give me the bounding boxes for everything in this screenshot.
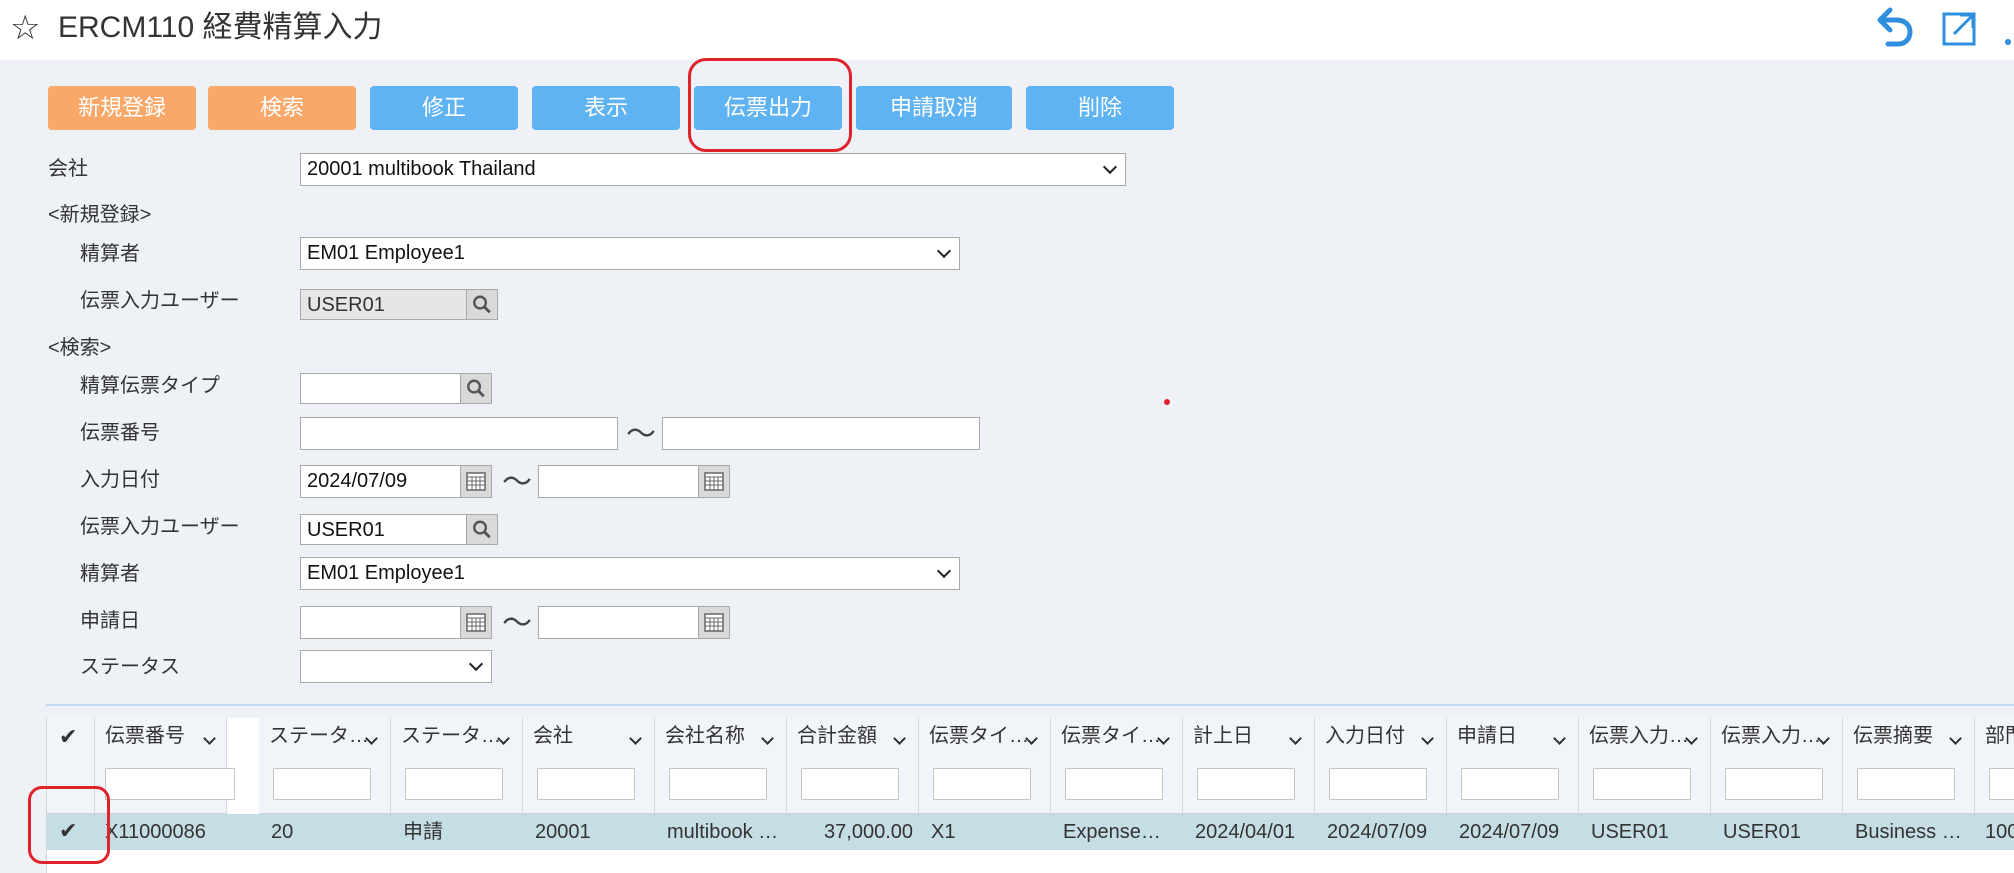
voucher-no-from-input[interactable] <box>300 417 618 450</box>
row-highlight-annotation <box>28 786 110 864</box>
calendar-icon[interactable] <box>698 465 730 498</box>
range-tilde: 〜 <box>502 466 532 499</box>
cancel-application-button[interactable]: 申請取消 <box>856 86 1012 130</box>
popout-icon[interactable] <box>1940 6 1980 50</box>
highlight-annotation <box>688 58 852 152</box>
column-filter-input[interactable] <box>669 768 767 800</box>
new-section-heading: <新規登録> <box>48 204 152 226</box>
modify-button[interactable]: 修正 <box>370 86 518 130</box>
column-header[interactable]: ステータ… <box>391 718 523 814</box>
column-filter-input[interactable] <box>405 768 503 800</box>
delete-button[interactable]: 削除 <box>1026 86 1174 130</box>
column-header[interactable]: 伝票タイ… <box>1051 718 1183 814</box>
display-button[interactable]: 表示 <box>532 86 680 130</box>
search-icon[interactable] <box>460 373 492 404</box>
calendar-icon[interactable] <box>460 606 492 639</box>
column-header[interactable]: 会社名称 <box>655 718 787 814</box>
column-header[interactable]: 伝票タイ… <box>919 718 1051 814</box>
voucher-no-label: 伝票番号 <box>80 422 160 444</box>
company-select[interactable]: 20001 multibook Thailand <box>300 153 1126 186</box>
settler-label: 精算者 <box>80 243 140 265</box>
input-date-label: 入力日付 <box>80 469 160 491</box>
input-date-to[interactable] <box>538 465 700 498</box>
column-filter-input[interactable] <box>1593 768 1691 800</box>
settler-select-value: EM01 Employee1 <box>307 242 465 264</box>
column-filter-input[interactable] <box>933 768 1031 800</box>
input-date-from[interactable]: 2024/07/09 <box>300 465 462 498</box>
chevron-down-icon <box>936 563 952 579</box>
input-user-field: USER01 <box>300 289 468 320</box>
search-icon[interactable] <box>466 289 498 320</box>
column-header[interactable]: 部門 <box>1975 718 2014 814</box>
column-header[interactable]: 入力日付 <box>1315 718 1447 814</box>
voucher-type-input[interactable] <box>300 373 462 404</box>
search-button[interactable]: 検索 <box>208 86 356 130</box>
column-header[interactable]: 伝票入力… <box>1579 718 1711 814</box>
chevron-down-icon <box>1102 159 1118 175</box>
voucher-no-to-input[interactable] <box>662 417 980 450</box>
column-filter-input[interactable] <box>1461 768 1559 800</box>
results-grid: ✔ 伝票番号 ステータ… ステータ… 会社 会社名称 合計金額 伝票タイ… 伝票… <box>46 718 2014 873</box>
settler-select[interactable]: EM01 Employee1 <box>300 237 960 270</box>
table-row[interactable]: ✔ X11000086 20 申請 20001 multibook … 37,0… <box>47 814 2014 850</box>
column-filter-input[interactable] <box>537 768 635 800</box>
column-filter-input[interactable] <box>1989 768 2014 800</box>
column-filter-input[interactable] <box>273 768 371 800</box>
apply-date-to[interactable] <box>538 606 700 639</box>
column-filter-input[interactable] <box>801 768 899 800</box>
column-header[interactable]: 合計金額 <box>787 718 919 814</box>
calendar-icon[interactable] <box>698 606 730 639</box>
calendar-icon[interactable] <box>460 465 492 498</box>
column-header[interactable]: 申請日 <box>1447 718 1579 814</box>
column-header[interactable]: 計上日 <box>1183 718 1315 814</box>
chevron-down-icon[interactable] <box>203 732 216 745</box>
check-icon: ✔ <box>59 724 78 749</box>
column-header[interactable]: 伝票摘要 <box>1843 718 1975 814</box>
chevron-down-icon <box>468 656 484 672</box>
column-filter-input[interactable] <box>1065 768 1163 800</box>
search-settler-select-value: EM01 Employee1 <box>307 562 465 584</box>
column-header[interactable]: 伝票入力… <box>1711 718 1843 814</box>
company-label: 会社 <box>48 158 88 180</box>
chevron-down-icon <box>936 243 952 259</box>
input-user-label: 伝票入力ユーザー <box>80 290 240 312</box>
apply-date-from[interactable] <box>300 606 462 639</box>
page-title: ERCM110 経費精算入力 <box>58 11 383 44</box>
range-tilde: 〜 <box>626 418 656 451</box>
search-user-input[interactable]: USER01 <box>300 514 468 545</box>
column-filter-input[interactable] <box>1197 768 1295 800</box>
column-filter-input[interactable] <box>105 768 235 800</box>
status-label: ステータス <box>80 656 180 678</box>
column-header[interactable]: 会社 <box>523 718 655 814</box>
search-section-heading: <検索> <box>48 337 112 359</box>
column-filter-input[interactable] <box>1857 768 1955 800</box>
section-divider <box>46 704 2014 706</box>
column-filter-input[interactable] <box>1725 768 1823 800</box>
search-user-label: 伝票入力ユーザー <box>80 516 240 538</box>
search-settler-select[interactable]: EM01 Employee1 <box>300 557 960 590</box>
range-tilde: 〜 <box>502 607 532 640</box>
more-icon[interactable] <box>1998 14 2014 50</box>
status-select[interactable] <box>300 650 492 683</box>
column-filter-input[interactable] <box>1329 768 1427 800</box>
new-register-button[interactable]: 新規登録 <box>48 86 196 130</box>
red-dot-marker <box>1164 399 1170 405</box>
search-settler-label: 精算者 <box>80 563 140 585</box>
favorite-star-icon[interactable]: ☆ <box>10 8 40 48</box>
undo-icon[interactable] <box>1874 6 1918 50</box>
company-select-value: 20001 multibook Thailand <box>307 158 536 180</box>
column-header[interactable]: ステータ… <box>259 718 391 814</box>
apply-date-label: 申請日 <box>80 610 140 632</box>
column-header[interactable]: 伝票番号 <box>95 718 235 814</box>
voucher-type-label: 精算伝票タイプ <box>80 375 220 397</box>
search-icon[interactable] <box>466 514 498 545</box>
